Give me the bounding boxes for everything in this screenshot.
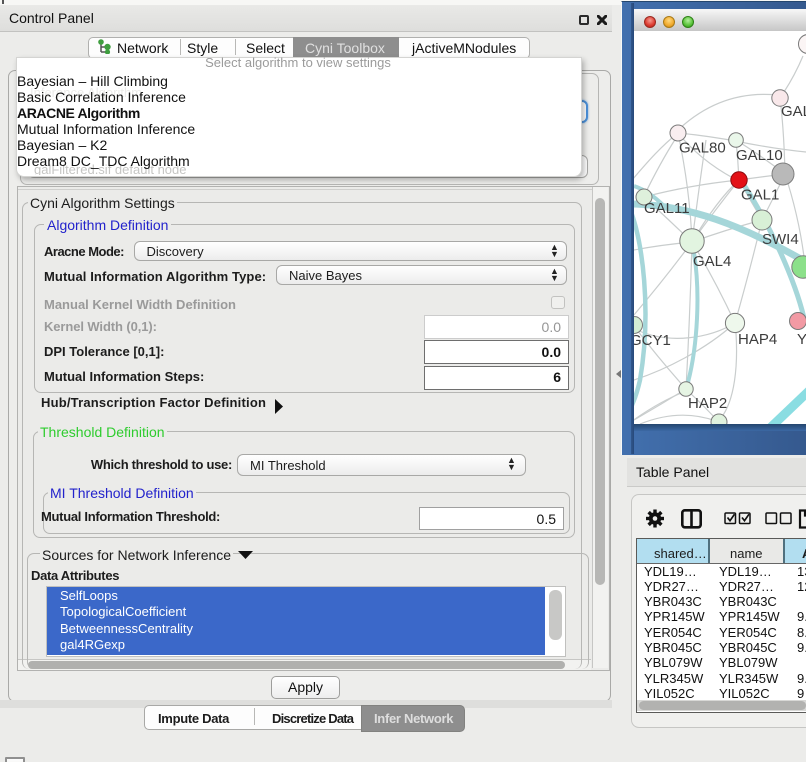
- svg-text:HAP2: HAP2: [688, 395, 727, 412]
- svg-text:Y: Y: [797, 331, 806, 348]
- svg-text:GAL11: GAL11: [644, 200, 690, 217]
- svg-text:GCY1: GCY1: [634, 332, 671, 349]
- svg-text:GAL80: GAL80: [679, 140, 726, 157]
- svg-text:GAL: GAL: [781, 103, 806, 120]
- svg-text:GAL1: GAL1: [741, 187, 779, 204]
- svg-text:GAL4: GAL4: [693, 253, 731, 270]
- svg-text:SWI4: SWI4: [762, 231, 799, 248]
- svg-text:HAP4: HAP4: [738, 331, 777, 348]
- svg-text:GAL10: GAL10: [736, 147, 783, 164]
